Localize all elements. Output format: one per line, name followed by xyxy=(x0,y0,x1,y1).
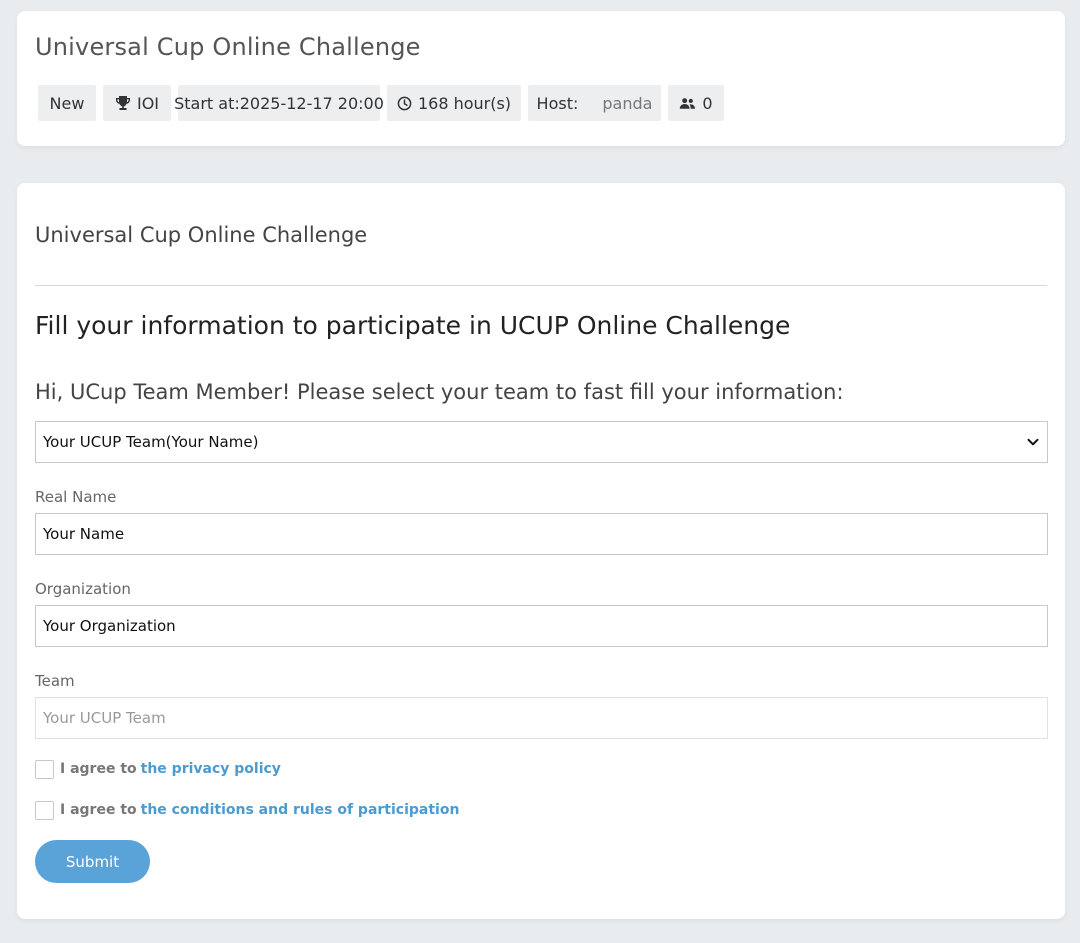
format-badge: IOI xyxy=(103,85,171,121)
format-badge-label: IOI xyxy=(136,93,160,113)
duration-label: 168 hour(s) xyxy=(417,93,512,113)
team-label: Team xyxy=(35,672,75,690)
privacy-agree-checkbox[interactable] xyxy=(35,759,54,779)
privacy-agree-row: I agree to the privacy policy xyxy=(35,759,281,779)
status-badge-label: New xyxy=(49,93,85,113)
rules-link[interactable]: the conditions and rules of participatio… xyxy=(141,802,460,818)
host-name: panda xyxy=(602,93,653,113)
real-name-label: Real Name xyxy=(35,488,117,506)
chevron-down-icon xyxy=(1026,435,1040,453)
team-input[interactable] xyxy=(35,697,1048,739)
contest-title: Universal Cup Online Challenge xyxy=(35,33,421,61)
organization-label: Organization xyxy=(35,580,131,598)
participants-count: 0 xyxy=(702,93,713,113)
rules-agree-text: I agree to xyxy=(60,802,137,818)
section-title: Universal Cup Online Challenge xyxy=(35,223,368,247)
registration-form-card: Universal Cup Online Challenge Fill your… xyxy=(17,183,1065,919)
status-badge: New xyxy=(38,85,96,121)
start-time-badge: Start at:2025-12-17 20:00 xyxy=(174,85,384,121)
host-badge: Host: panda xyxy=(528,85,661,121)
privacy-policy-link[interactable]: the privacy policy xyxy=(141,761,281,777)
organization-input[interactable] xyxy=(35,605,1048,647)
form-heading: Fill your information to participate in … xyxy=(35,311,791,340)
participants-badge: 0 xyxy=(668,85,724,121)
clock-icon xyxy=(397,96,412,111)
fastfill-label: Hi, UCup Team Member! Please select your… xyxy=(35,380,844,404)
rules-agree-checkbox[interactable] xyxy=(35,800,54,820)
divider xyxy=(35,285,1047,286)
privacy-agree-text: I agree to xyxy=(60,761,137,777)
submit-button[interactable]: Submit xyxy=(35,840,150,883)
users-icon xyxy=(679,97,696,110)
team-select[interactable]: Your UCUP Team(Your Name) xyxy=(35,421,1048,463)
host-label: Host: xyxy=(536,93,579,113)
contest-header-card: Universal Cup Online Challenge New IOI S… xyxy=(17,11,1065,146)
team-select-value: Your UCUP Team(Your Name) xyxy=(43,433,259,451)
real-name-input[interactable] xyxy=(35,513,1048,555)
start-time-label: Start at:2025-12-17 20:00 xyxy=(174,93,384,113)
rules-agree-row: I agree to the conditions and rules of p… xyxy=(35,800,459,820)
trophy-icon xyxy=(115,95,131,111)
duration-badge: 168 hour(s) xyxy=(387,85,521,121)
